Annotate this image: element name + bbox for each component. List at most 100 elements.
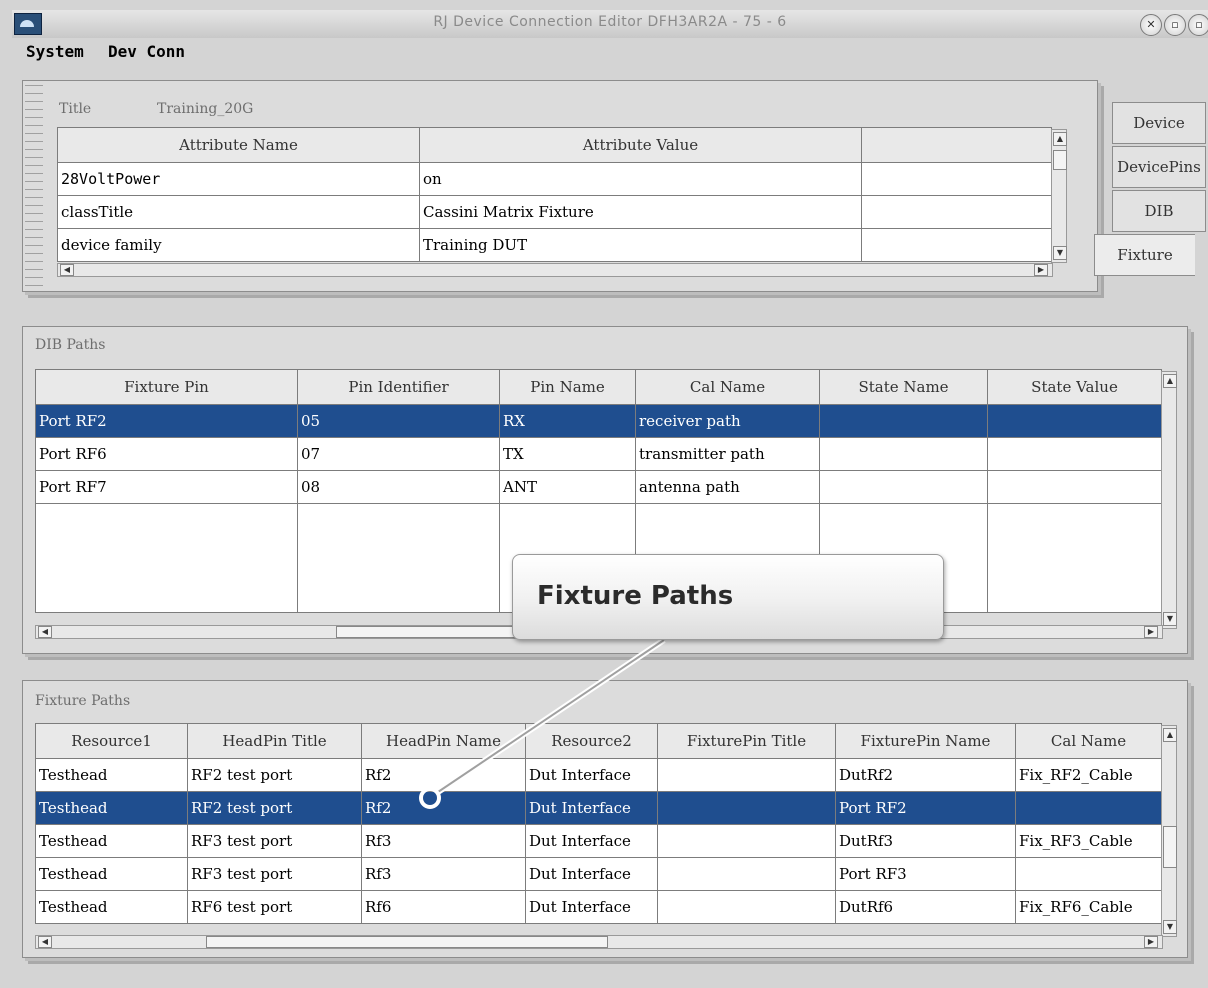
table-cell[interactable] (657, 890, 836, 924)
scroll-up-icon[interactable]: ▲ (1053, 132, 1067, 146)
table-cell[interactable]: receiver path (635, 404, 820, 438)
table-cell[interactable] (861, 228, 1052, 262)
column-header-state-name[interactable]: State Name (819, 369, 988, 405)
column-header-headpin-title[interactable]: HeadPin Title (187, 723, 362, 759)
table-cell[interactable]: RF6 test port (187, 890, 362, 924)
table-cell[interactable]: 08 (297, 470, 500, 504)
scroll-left-icon[interactable]: ◀ (60, 264, 74, 276)
table-cell[interactable] (819, 437, 988, 471)
table-cell[interactable] (1015, 857, 1162, 891)
column-header-cal-name[interactable]: Cal Name (635, 369, 820, 405)
menu-system[interactable]: System (26, 42, 84, 61)
table-cell[interactable] (1015, 791, 1162, 825)
table-cell[interactable] (987, 404, 1162, 438)
table-cell[interactable]: device family (57, 228, 420, 262)
table-cell[interactable]: RF3 test port (187, 824, 362, 858)
tab-fixture[interactable]: Fixture (1094, 234, 1195, 276)
column-header-attribute-value[interactable]: Attribute Value (419, 127, 862, 163)
column-header-state-value[interactable]: State Value (987, 369, 1162, 405)
table-cell[interactable]: Training DUT (419, 228, 862, 262)
table-cell[interactable]: Port RF2 (835, 791, 1016, 825)
table-cell[interactable]: Fix_RF3_Cable (1015, 824, 1162, 858)
scroll-thumb[interactable] (206, 936, 608, 948)
scroll-thumb[interactable] (1053, 150, 1067, 170)
table-cell[interactable]: Testhead (35, 857, 188, 891)
close-window-icon[interactable]: ✕ (1140, 14, 1162, 36)
table-row[interactable]: classTitle Cassini Matrix Fixture (57, 195, 1052, 229)
column-header-pin-name[interactable]: Pin Name (499, 369, 636, 405)
scroll-right-icon[interactable]: ▶ (1144, 626, 1158, 638)
scroll-left-icon[interactable]: ◀ (38, 936, 52, 948)
tab-dib[interactable]: DIB (1112, 190, 1206, 232)
table-cell[interactable]: Dut Interface (525, 791, 658, 825)
table-cell[interactable]: Fix_RF6_Cable (1015, 890, 1162, 924)
table-cell[interactable]: Port RF6 (35, 437, 298, 471)
table-cell[interactable] (987, 470, 1162, 504)
table-cell[interactable]: RF2 test port (187, 758, 362, 792)
column-header-fixturepin-title[interactable]: FixturePin Title (657, 723, 836, 759)
table-cell[interactable]: on (419, 162, 862, 196)
table-cell[interactable]: DutRf3 (835, 824, 1016, 858)
table-cell[interactable]: transmitter path (635, 437, 820, 471)
table-cell[interactable]: DutRf2 (835, 758, 1016, 792)
scroll-thumb[interactable] (1163, 826, 1177, 868)
table-row[interactable]: Testhead RF2 test port Rf2 Dut Interface… (35, 758, 1162, 792)
table-cell[interactable]: Testhead (35, 791, 188, 825)
scroll-down-icon[interactable]: ▼ (1163, 612, 1177, 626)
attributes-vertical-scrollbar[interactable]: ▲ ▼ (1051, 129, 1067, 263)
attributes-horizontal-scrollbar[interactable]: ◀ ▶ (57, 263, 1053, 277)
column-header-resource1[interactable]: Resource1 (35, 723, 188, 759)
table-cell[interactable]: DutRf6 (835, 890, 1016, 924)
table-cell[interactable]: TX (499, 437, 636, 471)
menu-dev-conn[interactable]: Dev Conn (108, 42, 185, 61)
scroll-up-icon[interactable]: ▲ (1163, 374, 1177, 388)
table-cell[interactable] (657, 758, 836, 792)
table-cell[interactable] (297, 503, 500, 613)
table-cell[interactable]: Port RF2 (35, 404, 298, 438)
table-cell[interactable] (35, 503, 298, 613)
fixture-horizontal-scrollbar[interactable]: ◀ ▶ (35, 935, 1163, 949)
table-cell[interactable] (819, 470, 988, 504)
table-cell[interactable]: Rf2 (361, 758, 526, 792)
tab-device-pins[interactable]: DevicePins (1112, 146, 1206, 188)
tab-device[interactable]: Device (1112, 102, 1206, 144)
table-cell[interactable]: Rf3 (361, 857, 526, 891)
table-cell[interactable] (861, 162, 1052, 196)
table-cell[interactable]: Testhead (35, 758, 188, 792)
table-cell[interactable] (861, 195, 1052, 229)
table-cell[interactable]: RF3 test port (187, 857, 362, 891)
dib-vertical-scrollbar[interactable]: ▲ ▼ (1161, 371, 1177, 629)
table-cell[interactable]: Dut Interface (525, 824, 658, 858)
table-cell[interactable]: Dut Interface (525, 758, 658, 792)
table-cell[interactable]: Port RF3 (835, 857, 1016, 891)
scroll-down-icon[interactable]: ▼ (1053, 246, 1067, 260)
table-cell[interactable]: Dut Interface (525, 890, 658, 924)
table-cell[interactable]: Dut Interface (525, 857, 658, 891)
column-header-fixturepin-name[interactable]: FixturePin Name (835, 723, 1016, 759)
column-header-fixture-pin[interactable]: Fixture Pin (35, 369, 298, 405)
table-cell[interactable]: 28VoltPower (57, 162, 420, 196)
table-row[interactable]: Testhead RF6 test port Rf6 Dut Interface… (35, 890, 1162, 924)
table-cell[interactable]: classTitle (57, 195, 420, 229)
table-cell[interactable] (987, 503, 1162, 613)
maximize-window-icon[interactable]: ▫ (1188, 14, 1208, 36)
table-row[interactable]: device family Training DUT (57, 228, 1052, 262)
table-cell[interactable]: Rf6 (361, 890, 526, 924)
table-cell[interactable]: Rf3 (361, 824, 526, 858)
scroll-down-icon[interactable]: ▼ (1163, 920, 1177, 934)
table-cell[interactable]: Port RF7 (35, 470, 298, 504)
table-row[interactable]: Testhead RF2 test port Rf2 Dut Interface… (35, 791, 1162, 825)
scroll-right-icon[interactable]: ▶ (1034, 264, 1048, 276)
restore-window-icon[interactable]: ▫ (1164, 14, 1186, 36)
column-header-resource2[interactable]: Resource2 (525, 723, 658, 759)
table-cell[interactable] (657, 824, 836, 858)
table-cell[interactable]: RF2 test port (187, 791, 362, 825)
table-cell[interactable]: antenna path (635, 470, 820, 504)
table-row[interactable]: Testhead RF3 test port Rf3 Dut Interface… (35, 824, 1162, 858)
fixture-vertical-scrollbar[interactable]: ▲ ▼ (1161, 725, 1177, 937)
table-row[interactable]: Port RF6 07 TX transmitter path (35, 437, 1162, 471)
table-cell[interactable] (987, 437, 1162, 471)
table-cell[interactable]: ANT (499, 470, 636, 504)
column-header-pin-identifier[interactable]: Pin Identifier (297, 369, 500, 405)
column-header-headpin-name[interactable]: HeadPin Name (361, 723, 526, 759)
